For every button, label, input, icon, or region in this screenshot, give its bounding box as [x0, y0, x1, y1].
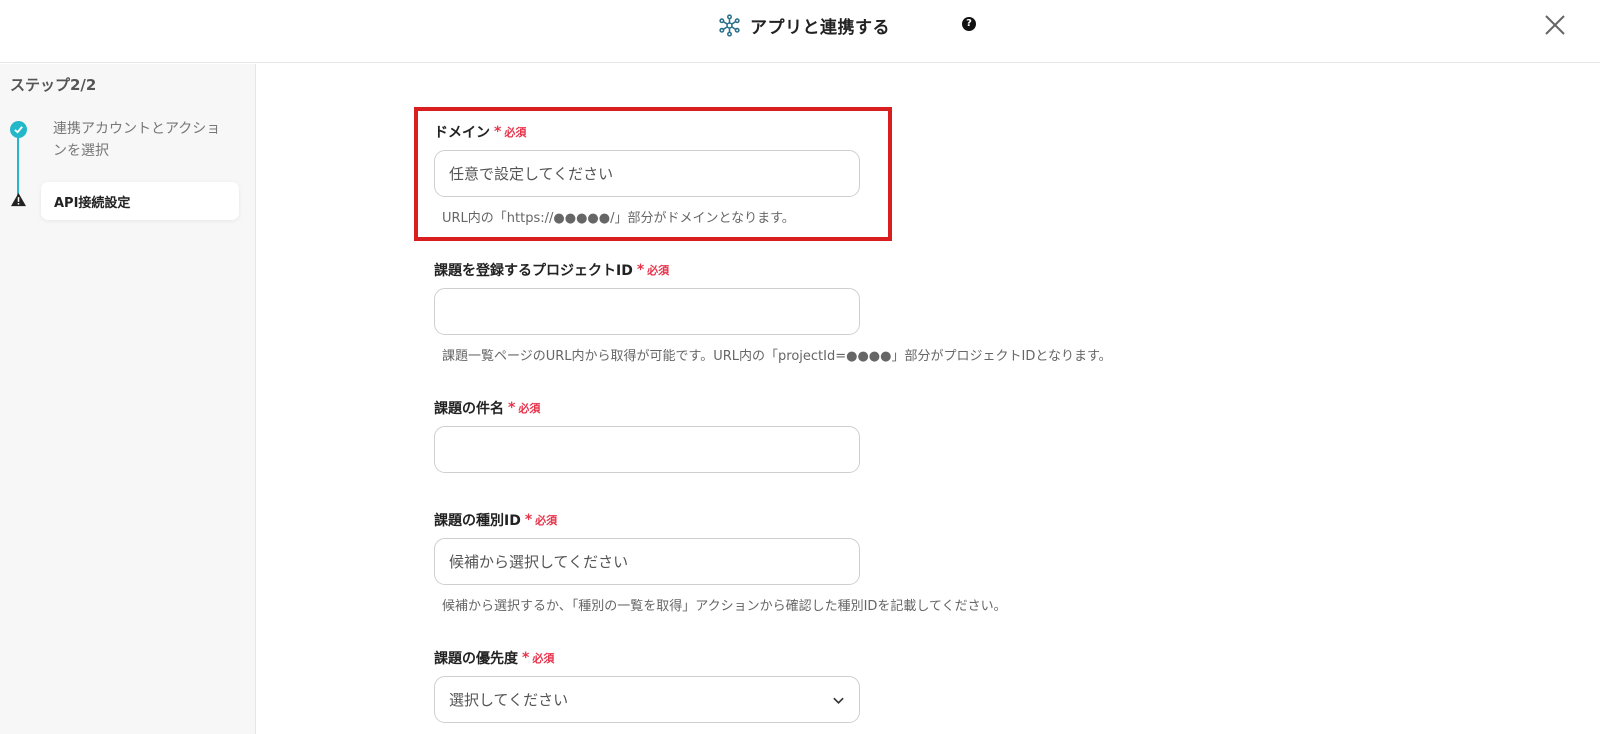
- app-connect-icon: [719, 13, 740, 37]
- check-circle-icon: [10, 121, 27, 138]
- close-x-icon[interactable]: [1542, 12, 1568, 38]
- domain-field-group: ドメイン * 必須 URL内の「https://●●●●●/」部分がドメインとな…: [434, 122, 860, 226]
- priority-select-value: 選択してください: [449, 691, 569, 709]
- step-item-account-action[interactable]: 連携アカウントとアクションを選択: [53, 118, 233, 162]
- project-id-field-group: 課題を登録するプロジェクトID * 必須 課題一覧ページのURL内から取得が可能…: [434, 260, 1112, 364]
- domain-input[interactable]: [434, 150, 860, 197]
- project-id-hint: 課題一覧ページのURL内から取得が可能です。URL内の「projectId=●●…: [442, 349, 1112, 364]
- modal-title-text: アプリと連携する: [750, 17, 890, 38]
- required-badge: 必須: [518, 402, 541, 415]
- required-asterisk-icon: *: [508, 400, 516, 416]
- warning-triangle-icon: [11, 192, 26, 207]
- priority-select[interactable]: 選択してください: [434, 676, 860, 723]
- priority-field-group: 課題の優先度 * 必須 選択してください: [434, 648, 860, 723]
- issue-type-id-field-group: 課題の種別ID * 必須 候補から選択するか、「種別の一覧を取得」アクションから…: [434, 510, 1007, 614]
- issue-type-id-hint: 候補から選択するか、「種別の一覧を取得」アクションから確認した種別IDを記載して…: [442, 599, 1007, 614]
- domain-label: ドメイン: [434, 125, 490, 141]
- summary-field-group: 課題の件名 * 必須: [434, 398, 860, 473]
- required-badge: 必須: [504, 126, 527, 139]
- required-asterisk-icon: *: [494, 124, 502, 140]
- question-circle-icon[interactable]: ?: [962, 17, 976, 31]
- issue-type-id-label: 課題の種別ID: [434, 513, 521, 529]
- required-asterisk-icon: *: [636, 262, 645, 278]
- required-asterisk-icon: *: [522, 650, 530, 666]
- steps-sidebar: ステップ2/2 連携アカウントとアクションを選択 API接続設定: [0, 64, 256, 734]
- required-badge: 必須: [647, 264, 670, 277]
- required-badge: 必須: [535, 514, 558, 527]
- summary-input[interactable]: [434, 426, 860, 473]
- required-asterisk-icon: *: [524, 512, 533, 528]
- step-counter: ステップ2/2: [10, 76, 97, 94]
- step-connector-line: [17, 138, 19, 200]
- domain-hint: URL内の「https://●●●●●/」部分がドメインとなります。: [442, 211, 795, 226]
- project-id-input[interactable]: [434, 288, 860, 335]
- project-id-label: 課題を登録するプロジェクトID: [434, 263, 633, 279]
- issue-type-id-input[interactable]: [434, 538, 860, 585]
- modal-title: アプリと連携する: [718, 12, 890, 38]
- step-item-api-settings[interactable]: API接続設定: [41, 182, 239, 220]
- step-item-label: API接続設定: [54, 196, 131, 211]
- chevron-down-icon: [833, 697, 844, 705]
- modal-header: アプリと連携する ?: [0, 0, 1600, 63]
- summary-label: 課題の件名: [434, 401, 504, 417]
- priority-label: 課題の優先度: [434, 651, 518, 667]
- required-badge: 必須: [532, 652, 555, 665]
